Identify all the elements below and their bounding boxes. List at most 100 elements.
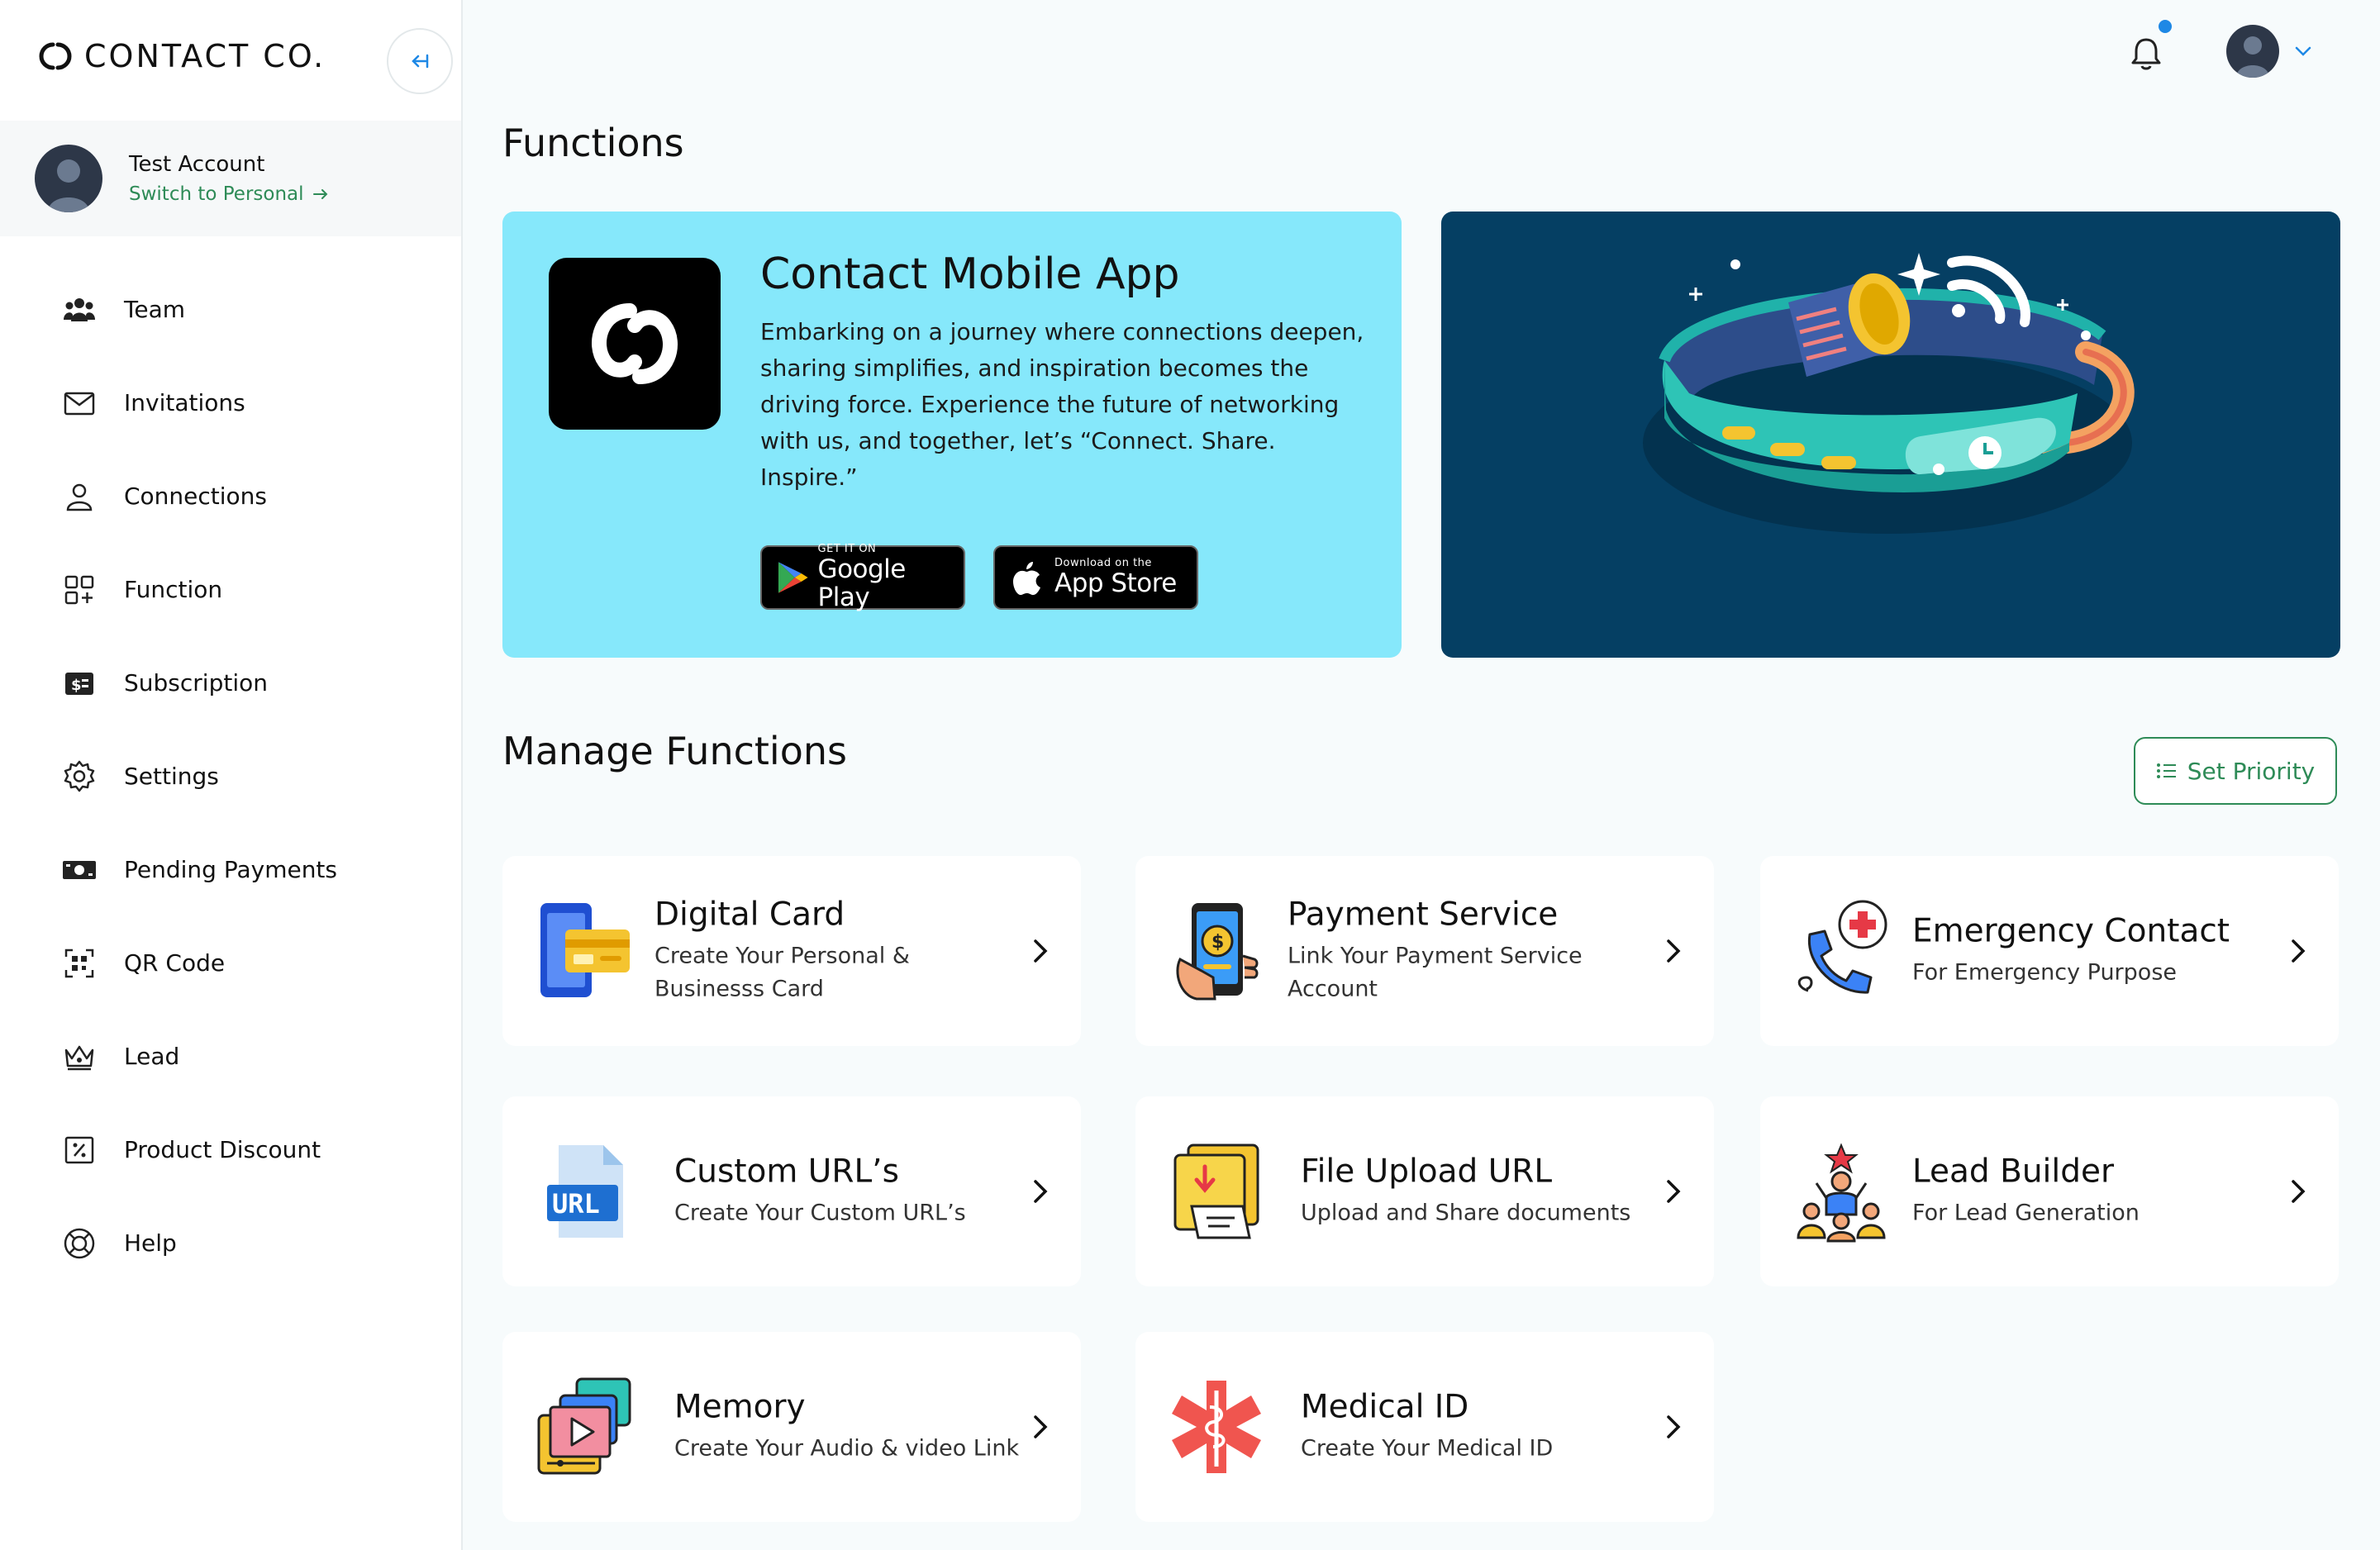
brand-logo[interactable]: CONTACT CO. bbox=[33, 38, 326, 74]
svg-text:$: $ bbox=[1211, 932, 1224, 953]
function-text: Custom URL’s Create Your Custom URL’s bbox=[674, 1153, 1021, 1230]
set-priority-button[interactable]: Set Priority bbox=[2134, 737, 2337, 805]
switch-label: Switch to Personal bbox=[129, 183, 304, 205]
switch-to-personal-link[interactable]: Switch to Personal bbox=[129, 183, 329, 205]
discount-icon bbox=[61, 1132, 98, 1168]
function-title: File Upload URL bbox=[1301, 1153, 1553, 1191]
avatar[interactable] bbox=[35, 145, 102, 212]
chevron-right-icon bbox=[1667, 939, 1681, 963]
sidebar-item-product-discount[interactable]: Product Discount bbox=[0, 1103, 461, 1196]
account-switcher: Test Account Switch to Personal bbox=[0, 121, 461, 236]
collapse-sidebar-button[interactable] bbox=[387, 28, 453, 94]
app-store-label: App Store bbox=[1054, 568, 1177, 598]
chevron-right-icon bbox=[1667, 1180, 1681, 1203]
dollar-card-icon: $ bbox=[61, 665, 98, 701]
google-play-button[interactable]: GET IT ON Google Play bbox=[760, 544, 965, 612]
sidebar-item-pending-payments[interactable]: Pending Payments bbox=[0, 823, 461, 916]
contact-logo-icon bbox=[39, 42, 72, 70]
collapse-arrow-icon bbox=[412, 54, 429, 69]
app-store-button[interactable]: Download on the App Store bbox=[993, 545, 1198, 610]
function-card-medical-id[interactable]: Medical ID Create Your Medical ID bbox=[1135, 1332, 1714, 1522]
crown-icon bbox=[61, 1039, 98, 1075]
function-card-file-upload-url[interactable]: File Upload URL Upload and Share documen… bbox=[1135, 1096, 1714, 1286]
sidebar-item-connections[interactable]: Connections bbox=[0, 449, 461, 543]
sidebar-nav: Team Invitations Connections Function $ … bbox=[0, 263, 461, 1290]
function-card-payment-service[interactable]: $ Payment Service Link Your Payment Serv… bbox=[1135, 856, 1714, 1046]
chevron-right-icon bbox=[1034, 1180, 1048, 1203]
sidebar-item-invitations[interactable]: Invitations bbox=[0, 356, 461, 449]
file-upload-icon bbox=[1173, 1143, 1259, 1239]
sidebar: CONTACT CO. Test Account Switch to Perso… bbox=[0, 0, 463, 1550]
sidebar-item-lead[interactable]: Lead bbox=[0, 1010, 461, 1103]
brand-name: CONTACT CO. bbox=[84, 38, 326, 74]
function-card-emergency-contact[interactable]: Emergency Contact For Emergency Purpose bbox=[1760, 856, 2339, 1046]
sidebar-item-label: Lead bbox=[124, 1043, 180, 1070]
emergency-phone-icon bbox=[1797, 900, 1887, 994]
function-title: Lead Builder bbox=[1912, 1153, 2115, 1191]
function-card-lead-builder[interactable]: Lead Builder For Lead Generation bbox=[1760, 1096, 2339, 1286]
user-menu[interactable] bbox=[2226, 25, 2312, 78]
sidebar-item-label: QR Code bbox=[124, 949, 226, 977]
function-text: Memory Create Your Audio & video Link bbox=[674, 1389, 1021, 1466]
contact-app-logo bbox=[549, 258, 721, 430]
lifebuoy-icon bbox=[61, 1225, 98, 1262]
function-text: Medical ID Create Your Medical ID bbox=[1301, 1389, 1648, 1466]
function-title: Payment Service bbox=[1288, 896, 1559, 934]
google-play-label: Google Play bbox=[817, 554, 907, 612]
contact-swirl-icon bbox=[592, 303, 678, 384]
function-text: Digital Card Create Your Personal & Busi… bbox=[654, 896, 1002, 1006]
function-title: Custom URL’s bbox=[674, 1153, 899, 1191]
sidebar-item-function[interactable]: Function bbox=[0, 543, 461, 636]
function-card-custom-urls[interactable]: URL Custom URL’s Create Your Custom URL’… bbox=[502, 1096, 1081, 1286]
digital-card-icon bbox=[540, 903, 630, 997]
function-description: Upload and Share documents bbox=[1301, 1200, 1631, 1226]
sidebar-item-label: Team bbox=[124, 296, 186, 323]
avatar bbox=[2226, 25, 2279, 78]
sidebar-item-label: Invitations bbox=[124, 389, 245, 416]
app-banner-description: Embarking on a journey where connections… bbox=[760, 318, 1364, 491]
notification-bell-icon[interactable] bbox=[2125, 33, 2167, 74]
chevron-right-icon bbox=[2292, 939, 2306, 963]
chevron-right-icon bbox=[1034, 1415, 1048, 1438]
arrow-right-icon bbox=[312, 189, 327, 199]
avatar-person-icon bbox=[35, 145, 102, 212]
smart-band-illustration bbox=[1441, 212, 2340, 658]
sidebar-item-label: Subscription bbox=[124, 669, 268, 697]
app-page: CONTACT CO. Test Account Switch to Perso… bbox=[0, 0, 2380, 1550]
function-description: Create Your Custom URL’s bbox=[674, 1200, 966, 1226]
sidebar-item-label: Function bbox=[124, 576, 223, 603]
sidebar-item-subscription[interactable]: $ Subscription bbox=[0, 636, 461, 730]
function-card-memory[interactable]: Memory Create Your Audio & video Link bbox=[502, 1332, 1081, 1522]
apple-icon bbox=[1013, 562, 1040, 596]
account-info: Test Account Switch to Personal bbox=[129, 152, 329, 205]
app-banner-title: Contact Mobile App bbox=[760, 250, 1180, 299]
page-title: Functions bbox=[502, 121, 684, 165]
function-description: Create Your Audio & video Link bbox=[674, 1435, 1020, 1462]
url-file-icon: URL bbox=[547, 1145, 623, 1238]
team-icon bbox=[61, 292, 98, 328]
function-description: Create Your Personal & Businesss Card bbox=[654, 943, 910, 1002]
grid-add-icon bbox=[61, 572, 98, 608]
lead-builder-icon bbox=[1797, 1143, 1886, 1243]
function-title: Digital Card bbox=[654, 896, 845, 934]
function-title: Emergency Contact bbox=[1912, 912, 2230, 950]
app-store-small-label: Download on the bbox=[1054, 557, 1152, 569]
gear-icon bbox=[61, 758, 98, 795]
manage-functions-title: Manage Functions bbox=[502, 729, 847, 773]
sidebar-item-settings[interactable]: Settings bbox=[0, 730, 461, 823]
sidebar-item-label: Help bbox=[124, 1229, 177, 1257]
function-description: For Emergency Purpose bbox=[1912, 959, 2177, 986]
sidebar-item-help[interactable]: Help bbox=[0, 1196, 461, 1290]
function-text: Emergency Contact For Emergency Purpose bbox=[1912, 913, 2259, 990]
notification-badge bbox=[2159, 20, 2172, 33]
sidebar-item-qr-code[interactable]: QR Code bbox=[0, 916, 461, 1010]
set-priority-label: Set Priority bbox=[2187, 757, 2316, 785]
function-text: File Upload URL Upload and Share documen… bbox=[1301, 1153, 1648, 1230]
svg-text:URL: URL bbox=[552, 1188, 600, 1220]
sidebar-item-team[interactable]: Team bbox=[0, 263, 461, 356]
payment-phone-icon: $ bbox=[1176, 903, 1259, 1001]
svg-text:$: $ bbox=[71, 677, 82, 694]
function-description: Link Your Payment Service Account bbox=[1288, 943, 1583, 1002]
function-text: Lead Builder For Lead Generation bbox=[1912, 1153, 2259, 1230]
function-card-digital-card[interactable]: Digital Card Create Your Personal & Busi… bbox=[502, 856, 1081, 1046]
